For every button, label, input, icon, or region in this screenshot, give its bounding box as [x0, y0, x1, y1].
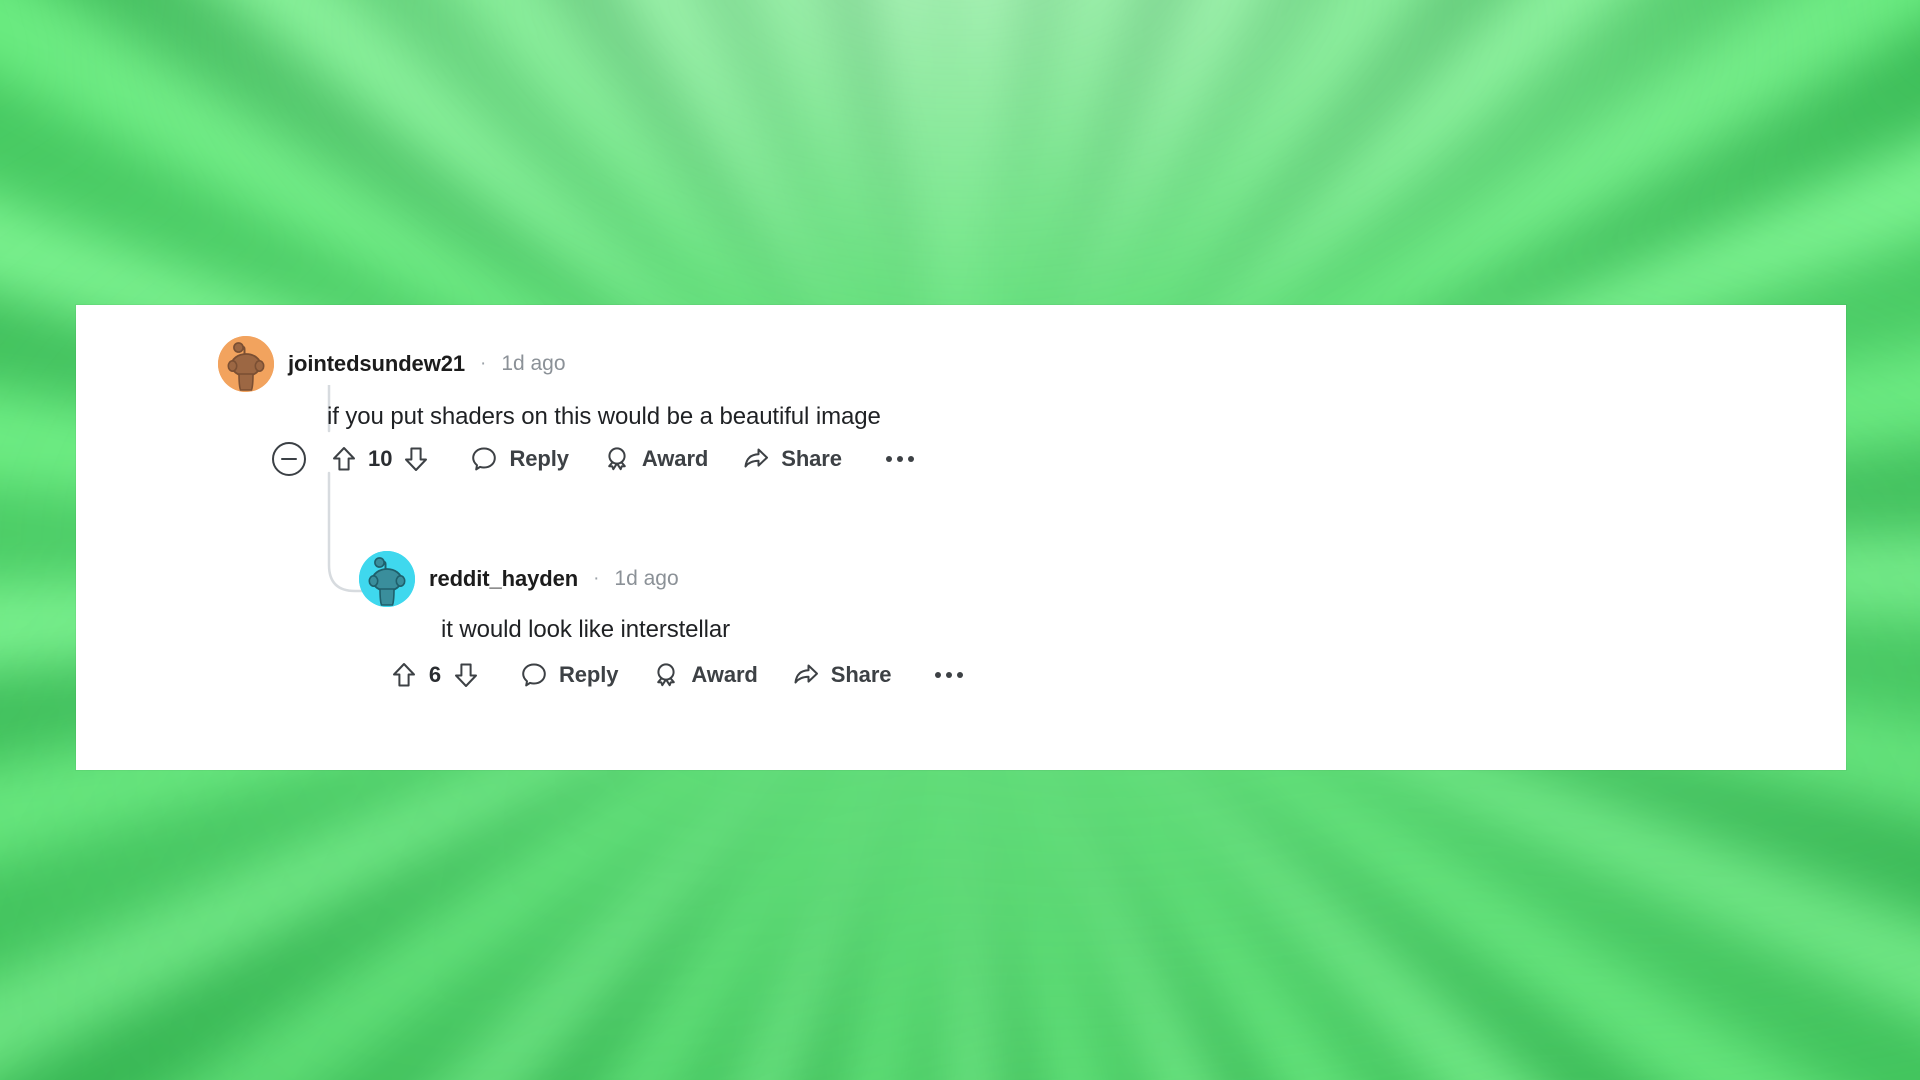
upvote-arrow-icon [333, 447, 355, 471]
downvote-button[interactable] [396, 439, 436, 479]
reddit-snoo-icon [359, 551, 415, 607]
share-button[interactable]: Share [792, 661, 892, 689]
vote-group: 10 [324, 439, 436, 479]
comment-action-bar: 10 Reply Award Share [272, 439, 918, 479]
share-label: Share [830, 662, 892, 687]
comment-author[interactable]: jointedsundew21 [288, 351, 465, 377]
comment-header: reddit_hayden · 1d ago [359, 551, 679, 607]
reply-label: Reply [509, 446, 569, 471]
meta-separator: · [593, 568, 600, 589]
downvote-arrow-icon [455, 663, 477, 687]
reply-button[interactable]: Reply [520, 661, 619, 689]
award-button[interactable]: Award [603, 445, 708, 473]
more-options-button[interactable] [931, 662, 967, 688]
collapse-comment-button[interactable] [272, 442, 306, 476]
dot-icon [957, 672, 964, 678]
vote-count: 10 [368, 446, 393, 471]
comment-author[interactable]: reddit_hayden [429, 566, 578, 592]
vote-count: 6 [428, 662, 442, 687]
comment-timestamp: 1d ago [614, 567, 679, 590]
dot-icon [935, 672, 942, 678]
share-button[interactable]: Share [742, 445, 842, 473]
reply-button[interactable]: Reply [470, 445, 569, 473]
downvote-button[interactable] [446, 655, 486, 695]
comment-bubble-icon [522, 663, 546, 687]
share-arrow-icon [794, 664, 818, 684]
dot-icon [946, 672, 953, 678]
upvote-arrow-icon [393, 663, 415, 687]
award-label: Award [641, 446, 709, 471]
award-medal-icon [657, 663, 676, 687]
screenshot-root: jointedsundew21 · 1d ago if you put shad… [0, 0, 1920, 1080]
dot-icon [896, 456, 903, 462]
comment-card: jointedsundew21 · 1d ago if you put shad… [76, 305, 1846, 770]
minus-icon [281, 457, 297, 461]
comment-header: jointedsundew21 · 1d ago [218, 336, 566, 392]
meta-separator: · [479, 353, 487, 374]
comment-action-bar: 6 Reply Award Share [384, 655, 967, 695]
comment-body-text: it would look like interstellar [441, 616, 731, 643]
award-label: Award [691, 662, 758, 687]
reddit-snoo-icon [218, 336, 274, 392]
reply-label: Reply [559, 662, 619, 687]
award-medal-icon [608, 447, 626, 471]
comment-bubble-icon [472, 447, 497, 471]
comment-timestamp: 1d ago [501, 352, 566, 375]
comment-body-text: if you put shaders on this would be a be… [327, 403, 881, 430]
share-label: Share [781, 446, 842, 471]
vote-group: 6 [384, 655, 486, 695]
dot-icon [907, 456, 914, 462]
downvote-arrow-icon [405, 447, 428, 471]
upvote-button[interactable] [324, 439, 364, 479]
dot-icon [885, 456, 892, 462]
award-button[interactable]: Award [652, 661, 758, 689]
share-arrow-icon [744, 448, 769, 468]
avatar[interactable] [218, 336, 274, 392]
upvote-button[interactable] [384, 655, 424, 695]
avatar[interactable] [359, 551, 415, 607]
more-options-button[interactable] [882, 446, 918, 472]
